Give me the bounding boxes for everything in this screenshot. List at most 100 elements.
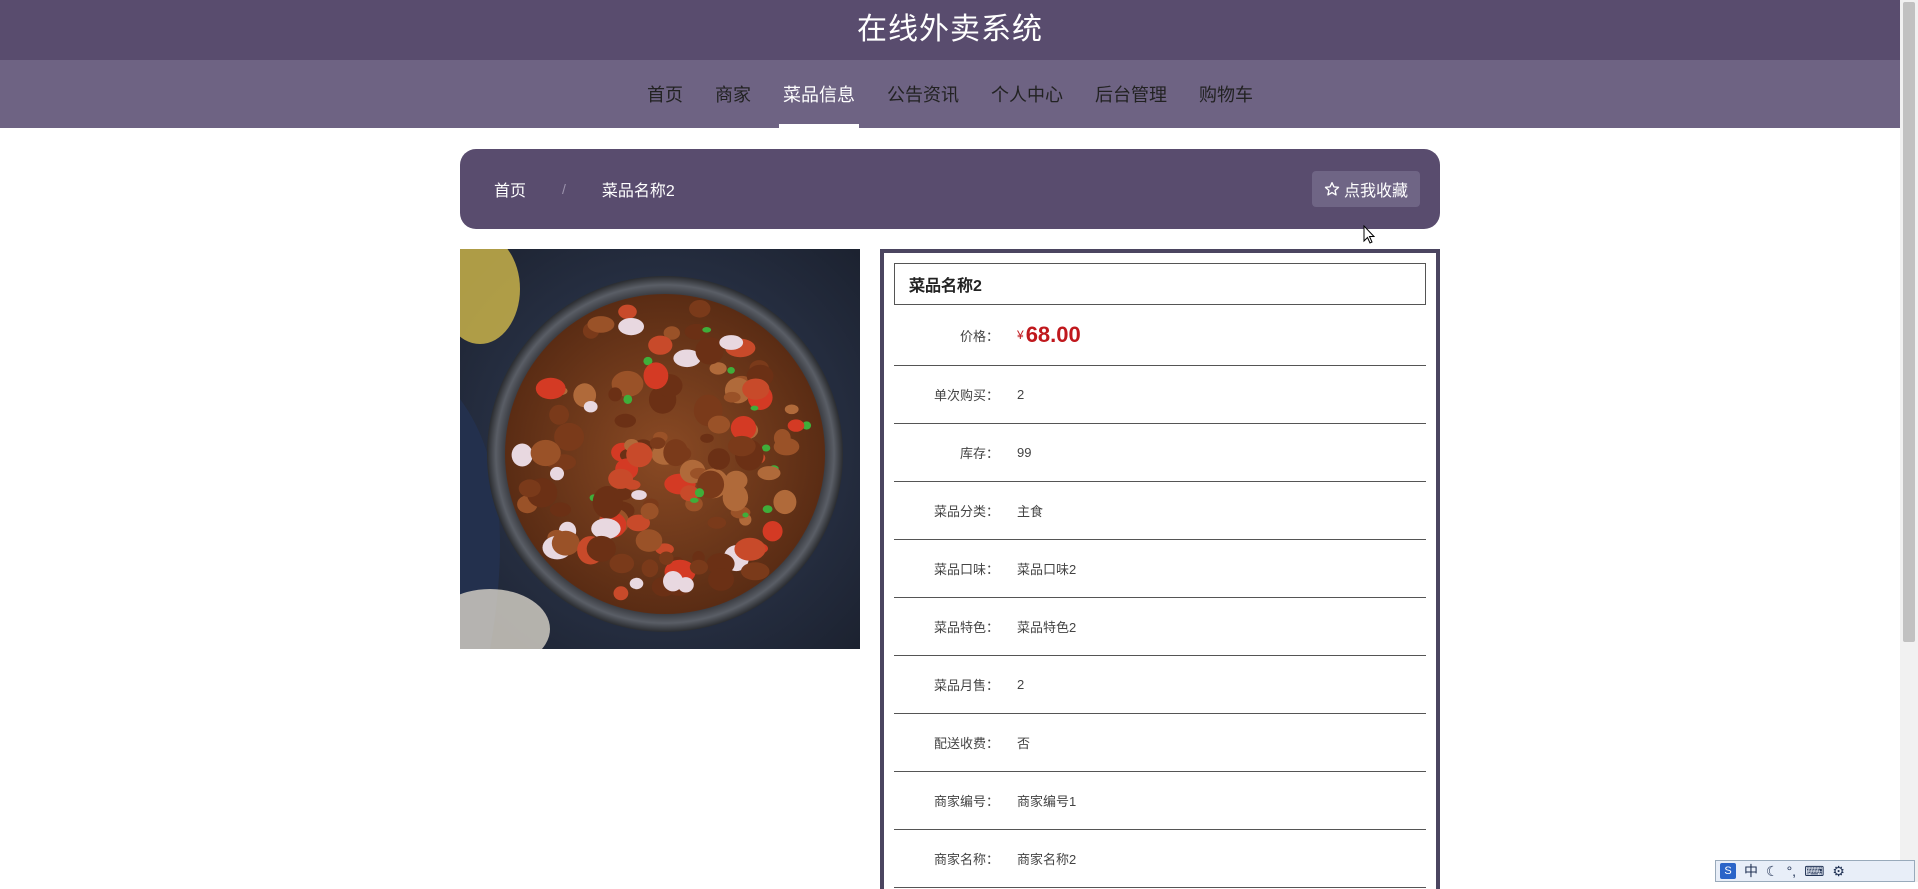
food-piece bbox=[623, 394, 633, 404]
breadcrumb: 首页 / 菜品名称2 点我收藏 bbox=[460, 149, 1440, 229]
food-piece bbox=[734, 537, 766, 561]
breadcrumb-current: 菜品名称2 bbox=[601, 183, 675, 200]
food-piece bbox=[551, 530, 580, 556]
settings-icon[interactable]: ⚙ bbox=[1832, 863, 1845, 880]
food-piece bbox=[618, 304, 637, 319]
detail-row-flavor: 菜品口味： 菜品口味2 bbox=[894, 540, 1426, 598]
detail-row-stock: 库存： 99 bbox=[894, 424, 1426, 482]
nav-cart[interactable]: 购物车 bbox=[1183, 60, 1269, 128]
food-piece bbox=[727, 367, 735, 374]
scrollbar-thumb[interactable] bbox=[1903, 2, 1915, 642]
price-label: 价格： bbox=[959, 328, 999, 344]
food-piece bbox=[762, 521, 783, 542]
nav-home[interactable]: 首页 bbox=[631, 60, 699, 128]
star-outline-icon bbox=[1324, 182, 1340, 196]
food-piece bbox=[740, 562, 770, 581]
food-piece bbox=[614, 488, 632, 501]
detail-row-merchant-name: 商家名称： 商家名称2 bbox=[894, 830, 1426, 888]
dish-photo bbox=[460, 249, 860, 649]
food-piece bbox=[773, 429, 791, 447]
food-piece bbox=[635, 529, 663, 552]
currency-symbol: ¥ bbox=[1017, 328, 1024, 342]
food-piece bbox=[587, 316, 615, 333]
dish-name: 菜品名称2 bbox=[894, 263, 1426, 305]
food-piece bbox=[695, 337, 724, 365]
food-piece bbox=[631, 490, 647, 500]
food-piece bbox=[629, 577, 644, 590]
field-label: 菜品特色： bbox=[933, 620, 999, 635]
food-piece bbox=[648, 335, 673, 355]
field-label: 商家编号： bbox=[933, 794, 999, 809]
food-piece bbox=[689, 559, 708, 575]
food-piece bbox=[784, 404, 799, 415]
food-piece bbox=[608, 387, 622, 402]
food-piece bbox=[609, 553, 635, 574]
food-piece bbox=[626, 442, 653, 468]
food-piece bbox=[708, 568, 734, 591]
food-piece bbox=[550, 466, 564, 481]
food-piece bbox=[608, 468, 633, 489]
food-piece bbox=[742, 512, 749, 518]
food-piece bbox=[707, 516, 727, 529]
punctuation-icon[interactable]: °, bbox=[1787, 863, 1797, 879]
detail-row-merchant-id: 商家编号： 商家编号1 bbox=[894, 772, 1426, 830]
food-piece bbox=[663, 571, 683, 592]
ime-toolbar[interactable]: S 中 ☾ °, ⌨ ⚙ bbox=[1715, 860, 1915, 882]
field-label: 库存： bbox=[959, 446, 999, 461]
food-piece bbox=[719, 335, 744, 350]
favorite-button[interactable]: 点我收藏 bbox=[1311, 171, 1420, 207]
breadcrumb-home[interactable]: 首页 bbox=[494, 177, 526, 201]
food-piece bbox=[700, 433, 714, 443]
field-value: 主食 bbox=[1017, 504, 1044, 519]
food-piece bbox=[727, 435, 756, 457]
price-value: 68.00 bbox=[1025, 322, 1081, 347]
food-piece bbox=[641, 559, 659, 578]
food-piece bbox=[761, 444, 771, 452]
field-value: 99 bbox=[1017, 445, 1032, 460]
field-label: 菜品分类： bbox=[933, 504, 999, 519]
food-piece bbox=[659, 551, 674, 565]
food-piece bbox=[586, 535, 616, 562]
food-piece bbox=[649, 437, 666, 449]
food-piece bbox=[723, 391, 741, 403]
food-piece bbox=[689, 300, 711, 318]
nav-dishes[interactable]: 菜品信息 bbox=[767, 60, 871, 128]
detail-row-category: 菜品分类： 主食 bbox=[894, 482, 1426, 540]
detail-row-purchase-limit: 单次购买： 2 bbox=[894, 366, 1426, 424]
food-piece bbox=[787, 419, 805, 432]
field-label: 商家名称： bbox=[933, 852, 999, 867]
main-nav: 首页 商家 菜品信息 公告资讯 个人中心 后台管理 购物车 bbox=[0, 60, 1900, 128]
field-value: 商家名称2 bbox=[1017, 852, 1077, 867]
nav-merchants[interactable]: 商家 bbox=[699, 60, 767, 128]
favorite-button-label: 点我收藏 bbox=[1343, 183, 1408, 200]
food-piece bbox=[535, 377, 566, 400]
nav-news[interactable]: 公告资讯 bbox=[871, 60, 975, 128]
keyboard-icon[interactable]: ⌨ bbox=[1804, 863, 1824, 880]
food-piece bbox=[750, 405, 759, 411]
food-piece bbox=[643, 362, 669, 390]
food-piece bbox=[613, 586, 629, 601]
nav-admin[interactable]: 后台管理 bbox=[1079, 60, 1183, 128]
site-title: 在线外卖系统 bbox=[857, 13, 1043, 46]
page-scrollbar[interactable] bbox=[1900, 0, 1918, 882]
price-row: 价格： ¥ 68.00 bbox=[894, 305, 1426, 366]
field-value: 2 bbox=[1017, 677, 1025, 692]
moon-icon[interactable]: ☾ bbox=[1766, 863, 1779, 880]
field-value: 2 bbox=[1017, 387, 1025, 402]
food-piece bbox=[724, 470, 748, 491]
food-piece bbox=[614, 413, 636, 428]
food-piece bbox=[583, 401, 598, 413]
field-value: 菜品特色2 bbox=[1017, 620, 1077, 635]
food-piece bbox=[549, 404, 569, 425]
nav-user-center[interactable]: 个人中心 bbox=[975, 60, 1079, 128]
mouse-cursor-icon bbox=[1363, 225, 1376, 244]
dish-image bbox=[460, 249, 860, 649]
field-value: 商家编号1 bbox=[1017, 794, 1077, 809]
food-piece bbox=[550, 502, 571, 517]
ime-logo-icon: S bbox=[1720, 863, 1736, 879]
field-value: 否 bbox=[1017, 736, 1031, 751]
food-piece bbox=[707, 448, 730, 470]
food-piece bbox=[663, 439, 689, 467]
food-piece bbox=[757, 466, 781, 481]
ime-mode[interactable]: 中 bbox=[1744, 861, 1758, 881]
